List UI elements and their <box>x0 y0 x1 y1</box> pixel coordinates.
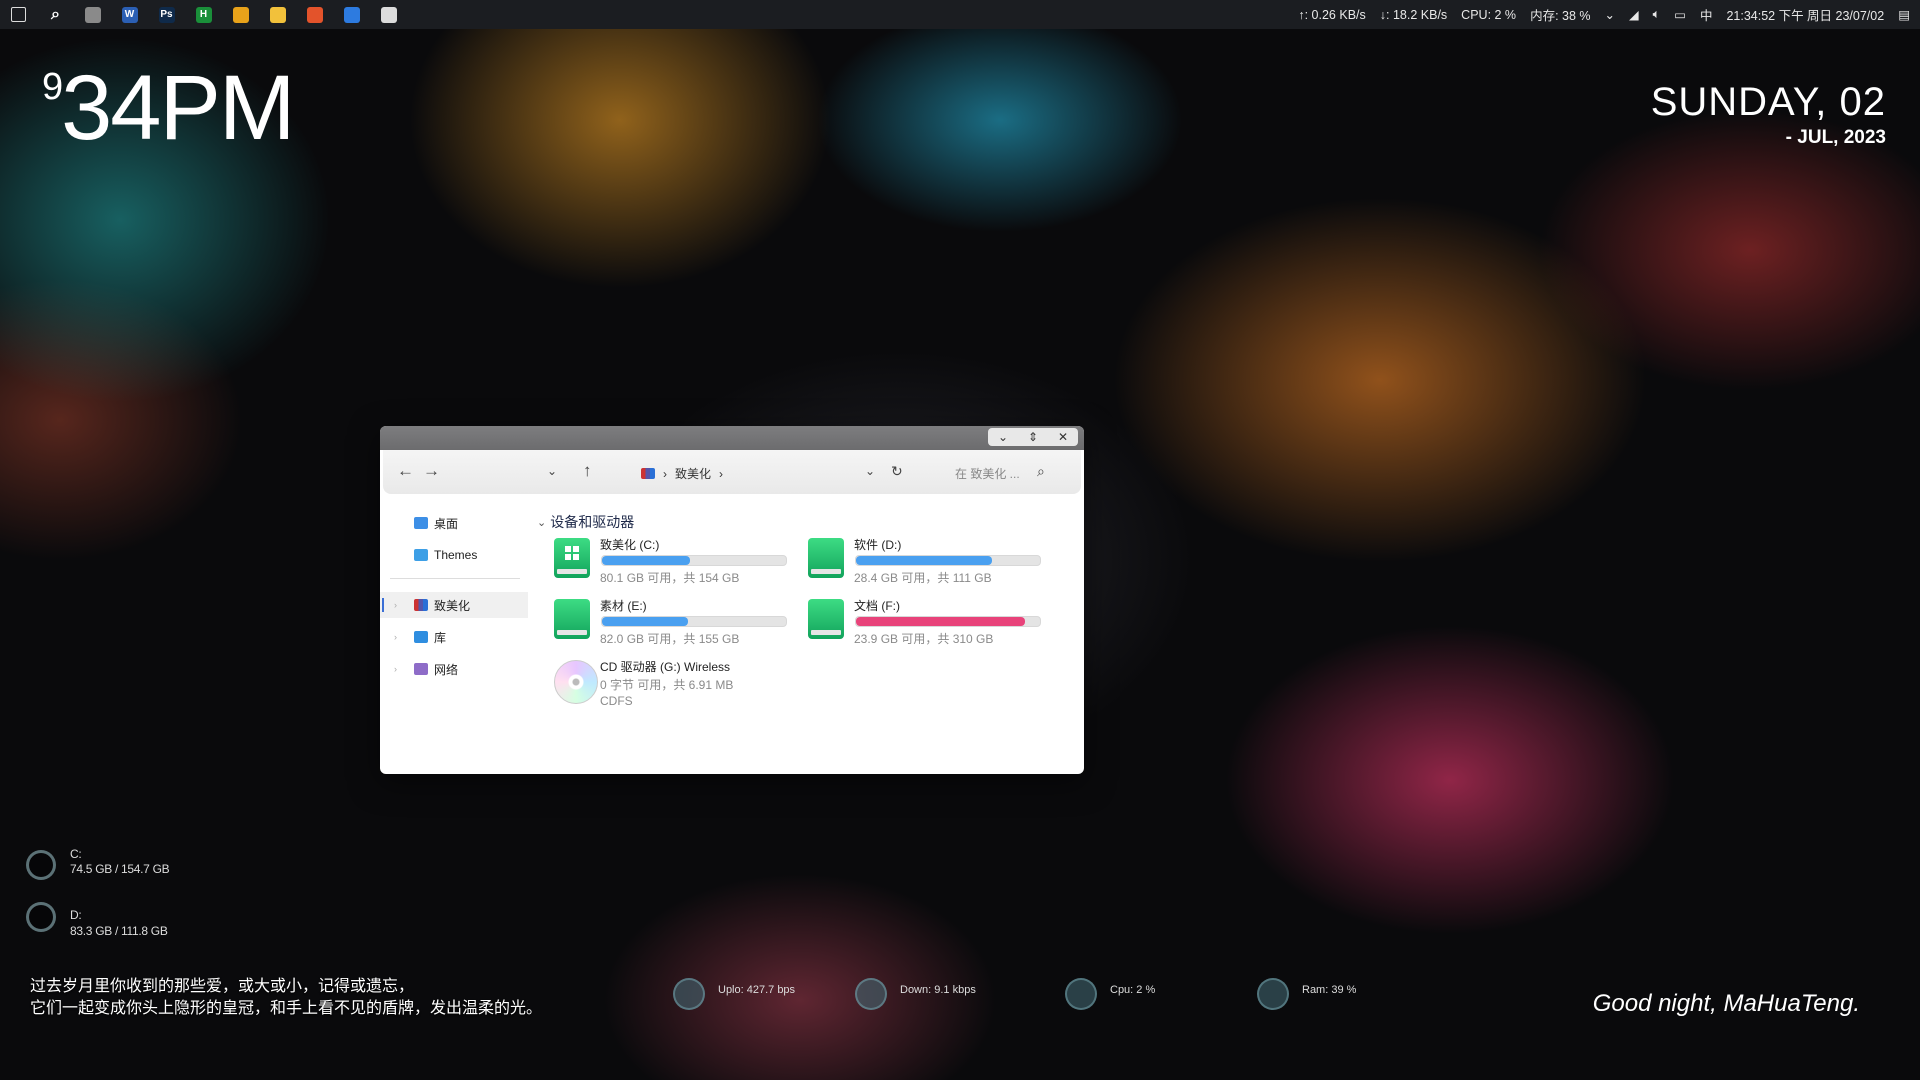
collapse-chevron-icon[interactable]: ⌄ <box>537 516 546 529</box>
navigation-pane: 桌面 Themes › 致美化 › 库 › 网络 <box>380 498 532 774</box>
drive-icon <box>808 538 844 578</box>
taskbar-clock[interactable]: 21:34:52 下午 周日 23/07/02 <box>1726 5 1884 24</box>
expand-chevron-icon[interactable]: › <box>394 664 397 674</box>
stat-ring-icon <box>1065 978 1097 1010</box>
display-icon[interactable]: ▭ <box>1674 7 1686 22</box>
clock-hour: 9 <box>42 66 63 108</box>
sidebar-item-themes[interactable]: Themes <box>380 542 528 568</box>
expand-chevron-icon[interactable]: › <box>394 632 397 642</box>
system-tray: ↑: 0.26 KB/s ↓: 18.2 KB/s CPU: 2 % 内存: 3… <box>1298 0 1920 29</box>
address-dropdown-icon[interactable]: ⌄ <box>865 464 875 478</box>
stat-ring-icon <box>1257 978 1289 1010</box>
refresh-icon[interactable]: ↻ <box>891 463 903 480</box>
app-blue-icon[interactable] <box>333 0 370 29</box>
pc-icon <box>414 599 428 611</box>
download-stat: Down: 9.1 kbps <box>855 978 976 1010</box>
drive-icon <box>808 599 844 639</box>
app-h-icon[interactable]: H <box>185 0 222 29</box>
sidebar-item-libraries[interactable]: › 库 <box>380 624 528 650</box>
usage-fill <box>856 617 1026 626</box>
usage-bar <box>855 616 1041 627</box>
ime-indicator[interactable]: 中 <box>1700 5 1713 24</box>
word-icon[interactable]: W <box>111 0 148 29</box>
close-button[interactable]: ✕ <box>1048 428 1078 446</box>
task-view-icon[interactable] <box>74 0 111 29</box>
drive-d[interactable]: 软件 (D:) 28.4 GB 可用，共 111 GB <box>808 536 1041 586</box>
disk-ring-icon <box>26 902 56 932</box>
usage-bar <box>601 616 787 627</box>
maximize-button[interactable]: ⇕ <box>1018 428 1048 446</box>
clock-minute: 34PM <box>61 57 295 159</box>
forward-arrow-icon[interactable]: → <box>423 461 440 481</box>
disk-ring-icon <box>26 850 56 880</box>
explorer-body: 桌面 Themes › 致美化 › 库 › 网络 ⌄ 设备和驱动器 致美化 (C… <box>380 498 1084 774</box>
notification-icon[interactable]: ▤ <box>1898 7 1910 22</box>
file-explorer-window: ⌄ ⇕ ✕ ← → ⌄ ↑ › 致美化 › ⌄ ↻ 在 致美化 ... ⌕ 桌面… <box>380 426 1084 774</box>
search-icon[interactable]: ⌕ <box>1037 463 1045 480</box>
ram-stat: Ram: 39 % <box>1257 978 1356 1010</box>
sidebar-item-desktop[interactable]: 桌面 <box>380 510 528 536</box>
upload-stat: Uplo: 427.7 bps <box>673 978 795 1010</box>
usage-fill <box>856 556 993 565</box>
address-toolbar: ← → ⌄ ↑ › 致美化 › ⌄ ↻ 在 致美化 ... ⌕ <box>383 450 1081 494</box>
up-arrow-icon[interactable]: ↑ <box>583 461 592 481</box>
stat-ring-icon <box>673 978 705 1010</box>
drive-g-cd[interactable]: CD 驱动器 (G:) Wireless 0 字节 可用，共 6.91 MB C… <box>554 658 764 718</box>
usage-bar <box>601 555 787 566</box>
notepad-icon[interactable] <box>370 0 407 29</box>
sidebar-item-network[interactable]: › 网络 <box>380 656 528 682</box>
date-day: SUNDAY, 02 <box>1650 80 1886 124</box>
sidebar-item-this-pc[interactable]: › 致美化 <box>380 592 528 618</box>
usage-bar <box>855 555 1041 566</box>
stat-ring-icon <box>855 978 887 1010</box>
breadcrumb[interactable]: › 致美化 › <box>641 465 723 482</box>
sidebar-divider <box>390 578 520 579</box>
folder-flag-icon <box>641 468 655 479</box>
expand-chevron-icon[interactable]: › <box>394 600 397 610</box>
quote-text: 过去岁月里你收到的那些爱，或大或小，记得或遗忘， 它们一起变成你头上隐形的皇冠，… <box>30 976 543 1017</box>
desktop-date: SUNDAY, 02 - JUL, 2023 <box>1651 80 1886 149</box>
drive-e[interactable]: 素材 (E:) 82.0 GB 可用，共 155 GB <box>554 597 787 647</box>
section-header[interactable]: ⌄ 设备和驱动器 <box>537 512 634 532</box>
content-pane: ⌄ 设备和驱动器 致美化 (C:) 80.1 GB 可用，共 154 GB 软件… <box>532 498 1084 774</box>
cpu-usage: CPU: 2 % <box>1461 7 1517 22</box>
title-bar[interactable]: ⌄ ⇕ ✕ <box>380 426 1084 450</box>
drive-icon <box>554 538 590 578</box>
taskbar-apps: ⌕ W Ps H <box>0 0 407 29</box>
window-controls: ⌄ ⇕ ✕ <box>988 428 1078 446</box>
network-icon <box>414 663 428 675</box>
start-icon[interactable] <box>0 0 37 29</box>
photoshop-icon[interactable]: Ps <box>148 0 185 29</box>
file-explorer-icon[interactable] <box>259 0 296 29</box>
cd-disc-icon <box>554 660 598 704</box>
windows-logo-icon <box>565 546 579 560</box>
drive-icon <box>554 599 590 639</box>
date-month: - JUL, 2023 <box>1785 127 1886 148</box>
desktop-clock: 934PM <box>42 62 295 154</box>
library-icon <box>414 631 428 643</box>
greeting-text: Good night, MaHuaTeng. <box>1592 990 1860 1017</box>
folder-icon <box>414 549 428 561</box>
network-icon[interactable]: ◢ <box>1629 7 1639 22</box>
drive-c[interactable]: 致美化 (C:) 80.1 GB 可用，共 154 GB <box>554 536 787 586</box>
minimize-button[interactable]: ⌄ <box>988 428 1018 446</box>
firefox-icon[interactable] <box>296 0 333 29</box>
usage-fill <box>602 617 689 626</box>
taskbar: ⌕ W Ps H ↑: 0.26 KB/s ↓: 18.2 KB/s CPU: 2 %… <box>0 0 1920 29</box>
desktop-folder-icon <box>414 517 428 529</box>
usage-fill <box>602 556 691 565</box>
search-input[interactable]: 在 致美化 ... <box>955 465 1020 482</box>
cpu-stat: Cpu: 2 % <box>1065 978 1155 1010</box>
upload-speed: ↑: 0.26 KB/s <box>1298 7 1366 22</box>
chrome-icon[interactable] <box>222 0 259 29</box>
volume-icon[interactable]: 🔈︎ <box>1653 7 1661 22</box>
breadcrumb-current[interactable]: 致美化 <box>675 465 711 482</box>
memory-usage: 内存: 38 % <box>1530 9 1591 23</box>
search-icon[interactable]: ⌕ <box>37 0 74 29</box>
recent-dropdown-icon[interactable]: ⌄ <box>547 464 557 478</box>
drive-f[interactable]: 文档 (F:) 23.9 GB 可用，共 310 GB <box>808 597 1041 647</box>
back-arrow-icon[interactable]: ← <box>397 461 414 481</box>
download-speed: ↓: 18.2 KB/s <box>1379 7 1448 22</box>
chevron-up-icon[interactable]: ⌄ <box>1605 7 1615 22</box>
